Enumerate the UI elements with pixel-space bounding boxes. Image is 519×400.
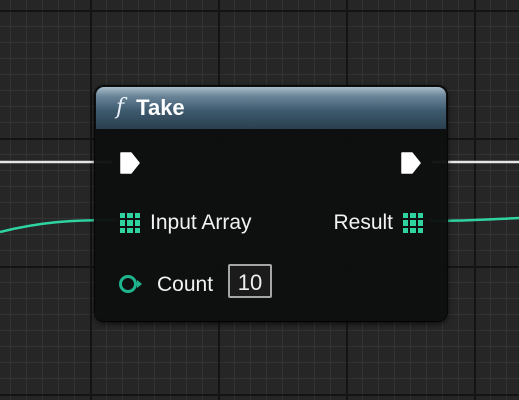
node-title: Take <box>136 95 185 120</box>
result-label: Result <box>333 211 393 234</box>
array-in-pin-icon[interactable] <box>120 213 140 233</box>
exec-in-pin-icon[interactable] <box>119 151 141 175</box>
integer-pin-icon[interactable] <box>118 274 144 294</box>
function-icon: f <box>116 95 125 120</box>
input-array-label: Input Array <box>150 211 252 234</box>
take-node[interactable]: f Take Input Array Result Count 10 <box>95 86 447 321</box>
array-out-pin-icon[interactable] <box>403 213 423 233</box>
count-label: Count <box>157 273 214 296</box>
node-header[interactable]: f Take <box>96 87 446 129</box>
node-body: Input Array Result Count 10 <box>95 129 447 319</box>
count-input[interactable]: 10 <box>228 264 272 298</box>
exec-out-pin-icon[interactable] <box>400 151 422 175</box>
